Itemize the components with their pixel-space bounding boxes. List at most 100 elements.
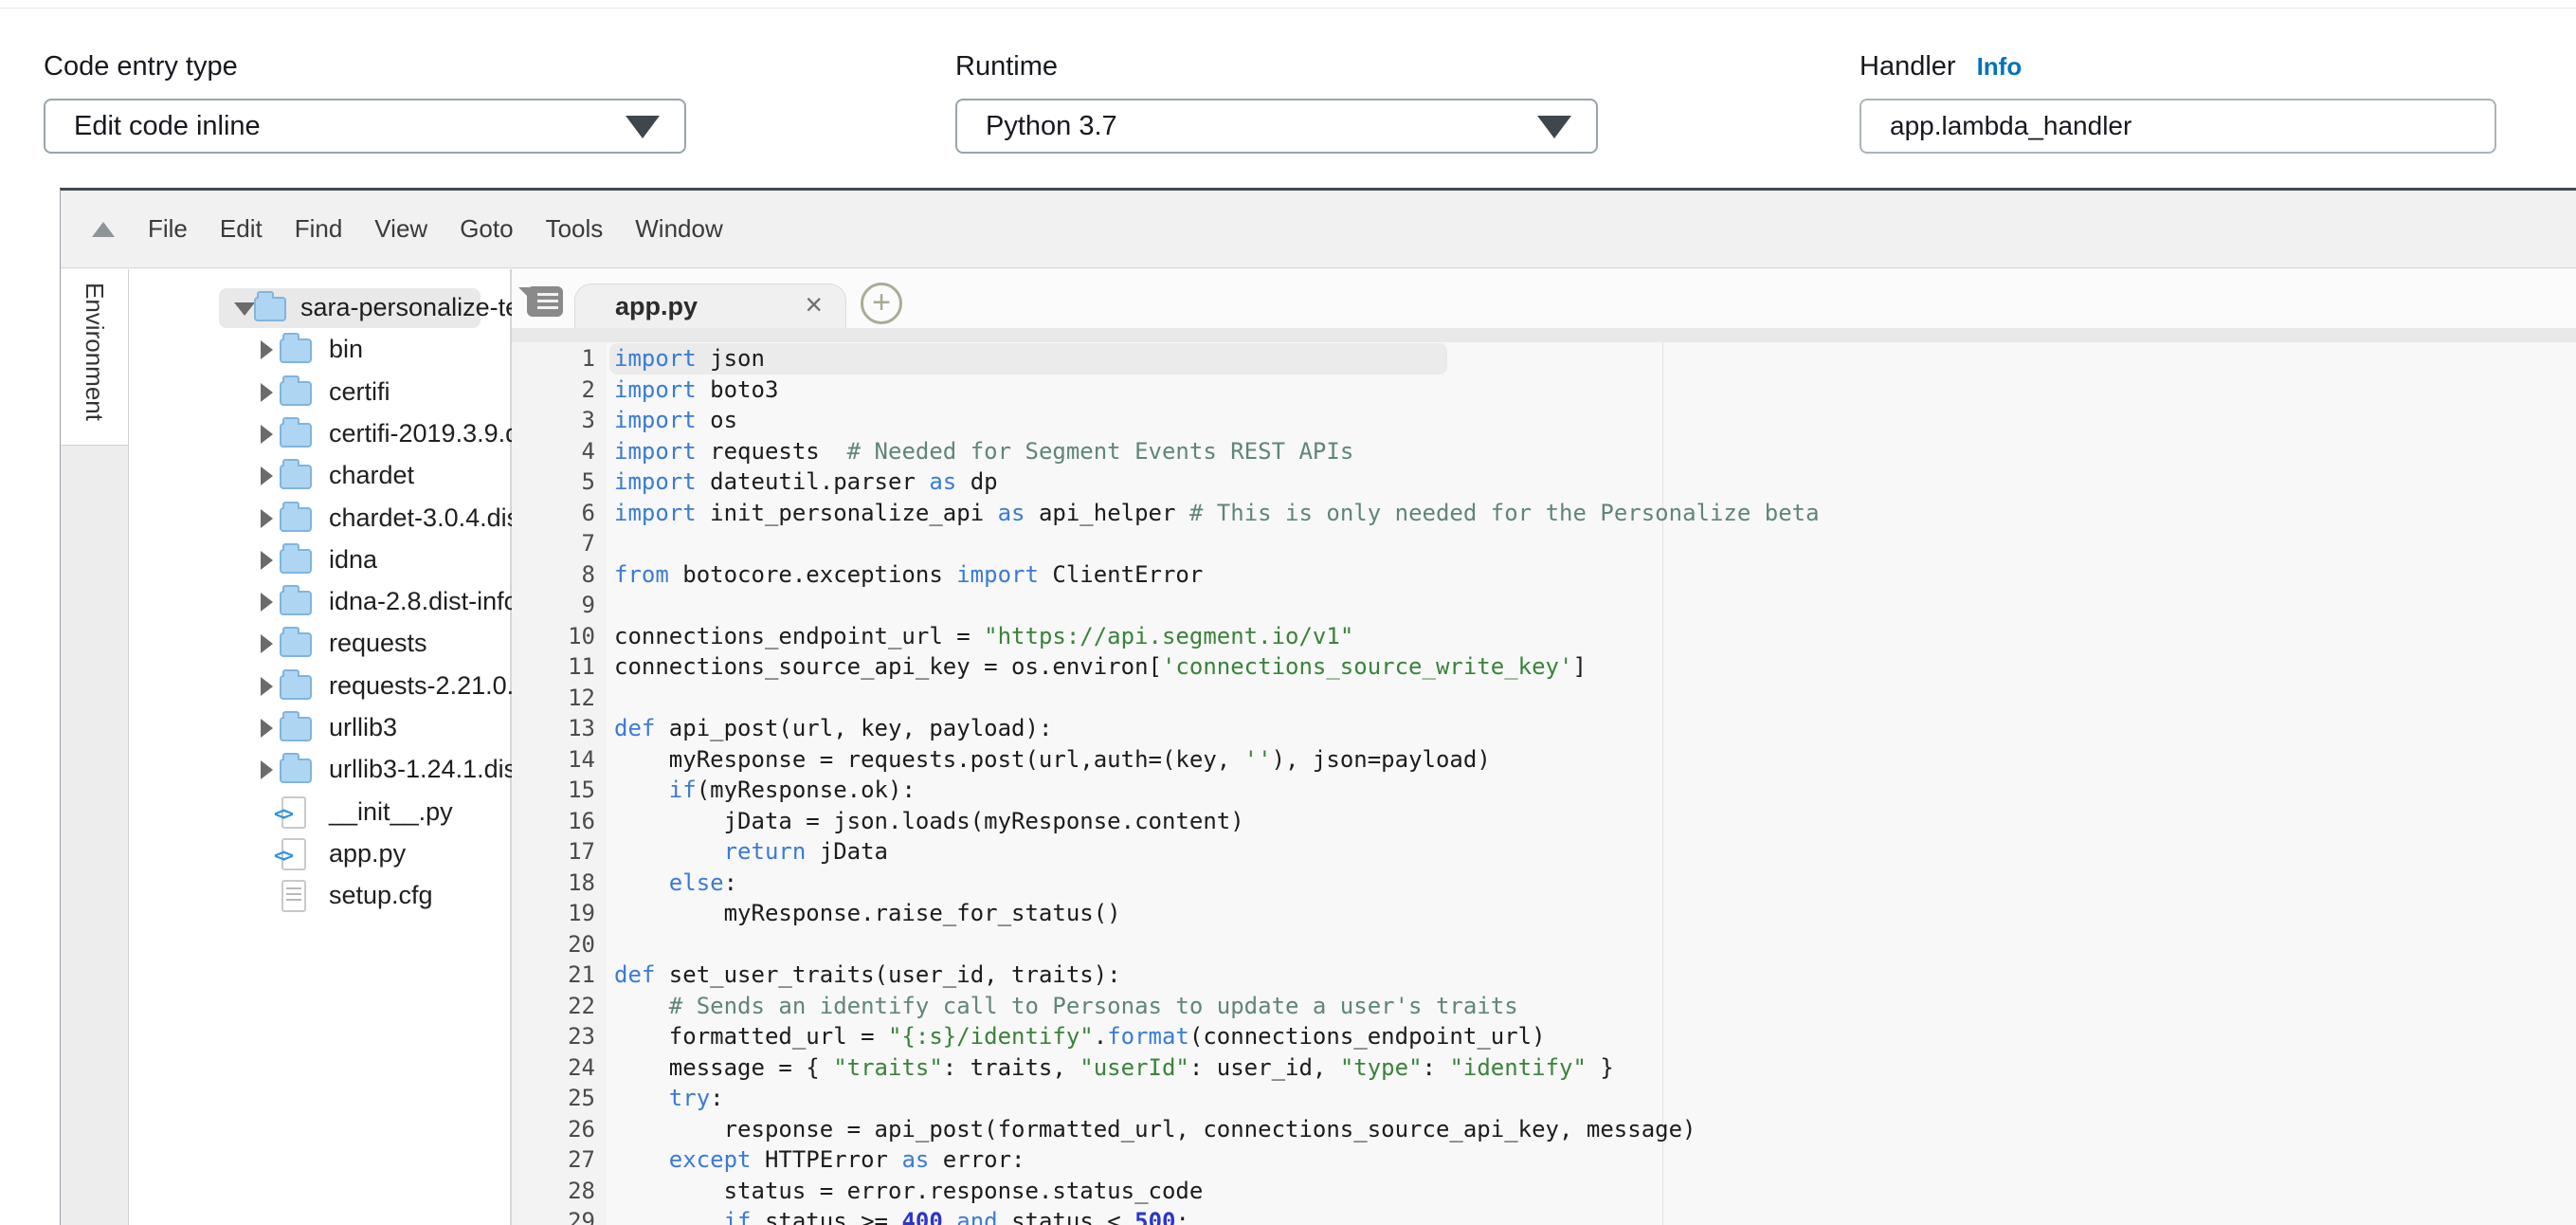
token: and [956,1208,997,1225]
menu-item-tools[interactable]: Tools [546,214,604,244]
tree-row-urllib3-1-24-1-dist-info[interactable]: urllib3-1.24.1.dist-info [129,750,510,790]
runtime-select[interactable]: Python 3.7 [955,99,1598,154]
menu-item-goto[interactable]: Goto [460,214,513,244]
token: (myResponse.ok): [697,777,916,803]
code-line[interactable]: 17 return jData [512,836,2576,868]
token: if [669,777,697,803]
code-line[interactable]: 19 myResponse.raise_for_status() [512,898,2576,929]
code-line[interactable]: 1import json [512,343,2576,375]
token: as [998,500,1025,526]
menu-item-edit[interactable]: Edit [220,214,263,244]
code-line[interactable]: 5import dateutil.parser as dp [512,466,2576,498]
token: status = error.response.status_code [614,1178,1203,1204]
code-text: import json [607,343,765,375]
caret-collapsed-icon[interactable] [261,677,273,696]
token: if [724,1208,752,1225]
line-number: 21 [512,960,607,991]
token: as [929,468,956,495]
file-tree: sara-personalize-testbincertificertifi-2… [129,269,512,1225]
code-line[interactable]: 2import boto3 [512,375,2576,406]
token: : [1175,1208,1188,1225]
code-entry-type-select[interactable]: Edit code inline [44,99,686,154]
caret-collapsed-icon[interactable] [261,593,273,612]
tab-app-py[interactable]: app.py × [574,283,846,328]
code-line[interactable]: 20 [512,929,2576,960]
tree-row-sara-personalize-test[interactable]: sara-personalize-test [129,288,510,328]
code-line[interactable]: 18 else: [512,868,2576,899]
code-line[interactable]: 21def set_user_traits(user_id, traits): [512,960,2576,991]
caret-expanded-icon[interactable] [234,302,255,316]
tree-row-requests-2-21-0-dist-info[interactable]: requests-2.21.0.dist-info [129,667,510,706]
code-line[interactable]: 3import os [512,405,2576,436]
tree-row--init-py[interactable]: <>__init__.py [129,793,510,832]
token: 400 [901,1208,942,1225]
config-file-icon [281,880,306,912]
code-line[interactable]: 6import init_personalize_api as api_help… [512,498,2576,529]
menu-item-window[interactable]: Window [635,214,722,244]
code-glyph: <> [274,802,291,825]
token: myResponse = requests.post(url,auth=(key… [614,746,1244,773]
caret-collapsed-icon[interactable] [261,466,273,485]
code-line[interactable]: 22 # Sends an identify call to Personas … [512,991,2576,1022]
menu-item-find[interactable]: Find [295,214,343,244]
caret-collapsed-icon[interactable] [261,425,273,444]
code-line[interactable]: 10connections_endpoint_url = "https://ap… [512,621,2576,652]
line-number: 27 [512,1144,607,1176]
caret-collapsed-icon[interactable] [261,634,273,653]
code-line[interactable]: 27 except HTTPError as error: [512,1144,2576,1176]
tree-row-idna[interactable]: idna [129,540,510,580]
code-text: formatted_url = "{:s}/identify".format(c… [607,1021,1546,1052]
tree-row-requests[interactable]: requests [129,624,510,664]
handler-input[interactable]: app.lambda_handler [1859,99,2496,154]
code-line[interactable]: 25 try: [512,1083,2576,1114]
code-line[interactable]: 13def api_post(url, key, payload): [512,713,2576,744]
code-editing-area[interactable]: 1import json2import boto33import os4impo… [512,342,2576,1225]
token [614,1208,724,1225]
caret-collapsed-icon[interactable] [261,719,273,738]
caret-collapsed-icon[interactable] [261,509,273,528]
token: formatted_url = [614,1023,888,1050]
menu-item-view[interactable]: View [374,214,427,244]
code-line[interactable]: 29 if status >= 400 and status < 500: [512,1206,2576,1225]
collapse-menubar-icon[interactable] [92,222,115,237]
new-tab-button[interactable]: + [861,283,902,324]
code-line[interactable]: 12 [512,683,2576,714]
tree-row-bin[interactable]: bin [129,330,510,370]
tree-row-certifi[interactable]: certifi [129,373,510,412]
tree-row-urllib3[interactable]: urllib3 [129,708,510,748]
token: : [710,1085,723,1111]
code-line[interactable]: 26 response = api_post(formatted_url, co… [512,1114,2576,1145]
tab-list-icon[interactable] [527,286,563,317]
code-line[interactable]: 4import requests # Needed for Segment Ev… [512,436,2576,467]
folder-icon [280,632,312,657]
menu-item-file[interactable]: File [148,214,188,244]
tree-row-chardet-3-0-4-dist-info[interactable]: chardet-3.0.4.dist-info [129,499,510,539]
tree-row-chardet[interactable]: chardet [129,456,510,496]
tree-row-app-py[interactable]: <>app.py [129,834,510,874]
code-line[interactable]: 14 myResponse = requests.post(url,auth=(… [512,744,2576,776]
token [614,993,669,1019]
code-line[interactable]: 16 jData = json.loads(myResponse.content… [512,806,2576,837]
caret-collapsed-icon[interactable] [261,551,273,570]
tree-row-idna-2-8-dist-info[interactable]: idna-2.8.dist-info [129,582,510,622]
token: # Sends an identify call to Personas to … [669,993,1518,1019]
code-line[interactable]: 23 formatted_url = "{:s}/identify".forma… [512,1021,2576,1052]
code-line[interactable]: 8from botocore.exceptions import ClientE… [512,559,2576,591]
code-line[interactable]: 9 [512,590,2576,621]
code-line[interactable]: 15 if(myResponse.ok): [512,775,2576,806]
sidebar-tab-environment[interactable]: Environment [61,269,129,446]
handler-info-link[interactable]: Info [1977,52,2023,81]
close-tab-icon[interactable]: × [805,287,823,322]
code-line[interactable]: 11connections_source_api_key = os.enviro… [512,651,2576,683]
code-line[interactable]: 7 [512,528,2576,559]
code-line[interactable]: 28 status = error.response.status_code [512,1176,2576,1207]
caret-collapsed-icon[interactable] [261,340,273,359]
caret-collapsed-icon[interactable] [261,383,273,402]
code-line[interactable]: 24 message = { "traits": traits, "userId… [512,1052,2576,1084]
tree-row-setup-cfg[interactable]: setup.cfg [129,876,510,916]
caret-collapsed-icon[interactable] [261,760,273,779]
chevron-down-icon [1537,116,1571,138]
tree-row-certifi-2019-3-9-dist-info[interactable]: certifi-2019.3.9.dist-info [129,414,510,454]
line-number: 11 [512,651,607,683]
code-text: status = error.response.status_code [607,1176,1203,1207]
